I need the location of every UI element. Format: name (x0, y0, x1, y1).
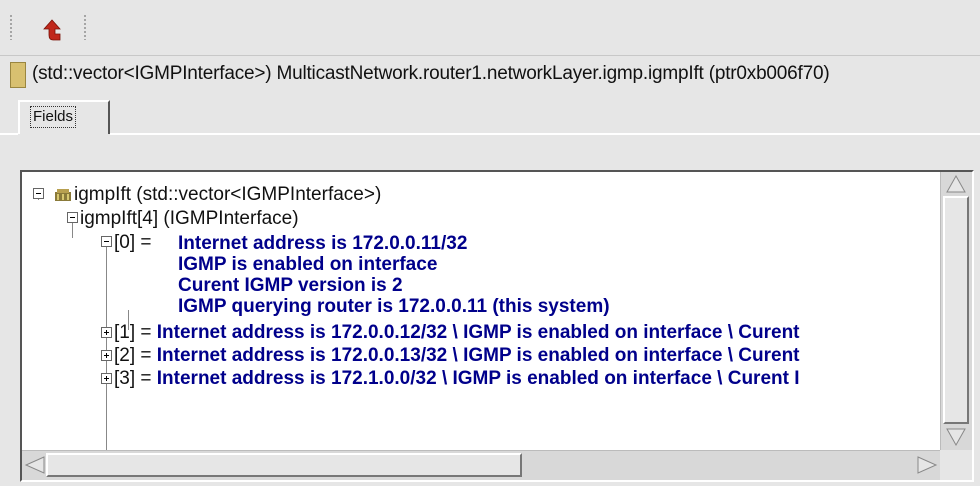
toolbar-grip[interactable] (84, 14, 86, 40)
fields-panel: igmpIft (std::vector<IGMPInterface>) igm… (20, 170, 974, 482)
expand-toggle-icon[interactable] (101, 327, 112, 338)
item-index: [1] = (114, 322, 157, 343)
item-value: Internet address is 172.0.0.11/32 IGMP i… (178, 233, 610, 317)
vertical-scroll-thumb[interactable] (943, 196, 969, 424)
up-arrow-icon[interactable] (38, 18, 66, 42)
tab-label: Fields (30, 106, 77, 128)
item-value: Internet address is 172.1.0.0/32 \ IGMP … (156, 368, 800, 389)
item-index: [2] = (114, 345, 157, 366)
tree-node-item[interactable]: [1] = Internet address is 172.0.0.12/32 … (114, 322, 800, 344)
toolbar-separator (0, 55, 980, 56)
tree-node-root[interactable]: igmpIft (std::vector<IGMPInterface>) (74, 184, 381, 206)
scroll-corner (940, 450, 972, 480)
vertical-scrollbar[interactable] (940, 172, 972, 450)
object-icon (55, 189, 71, 201)
tab-fields[interactable]: Fields (18, 100, 110, 134)
collapse-toggle-icon[interactable] (67, 212, 78, 223)
tab-border (110, 133, 980, 135)
value-line: Curent IGMP version is 2 (178, 275, 403, 296)
tree-node-array[interactable]: igmpIft[4] (IGMPInterface) (80, 208, 299, 230)
item-value: Internet address is 172.0.0.13/32 \ IGMP… (156, 345, 800, 366)
value-line: IGMP is enabled on interface (178, 254, 438, 275)
item-index: [0] = (114, 232, 152, 253)
field-tree[interactable]: igmpIft (std::vector<IGMPInterface>) igm… (22, 172, 940, 450)
toolbar-grip[interactable] (10, 14, 12, 40)
tab-border (0, 133, 18, 135)
collapse-toggle-icon[interactable] (33, 188, 44, 199)
tree-node-item[interactable]: [0] = (114, 232, 152, 254)
horizontal-scroll-thumb[interactable] (46, 453, 522, 477)
scroll-right-arrow-icon[interactable] (916, 455, 938, 475)
tree-node-item[interactable]: [2] = Internet address is 172.0.0.13/32 … (114, 345, 800, 367)
object-type-icon (10, 62, 26, 88)
item-index: [3] = (114, 368, 157, 389)
expand-toggle-icon[interactable] (101, 350, 112, 361)
toolbar (0, 0, 980, 56)
scroll-up-arrow-icon[interactable] (945, 174, 967, 194)
value-line: IGMP querying router is 172.0.0.11 (this… (178, 296, 610, 317)
object-path: (std::vector<IGMPInterface>) MulticastNe… (32, 63, 830, 84)
scroll-left-arrow-icon[interactable] (24, 455, 46, 475)
value-line: Internet address is 172.0.0.11/32 (178, 233, 468, 254)
horizontal-scrollbar[interactable] (22, 450, 940, 480)
tree-node-item[interactable]: [3] = Internet address is 172.1.0.0/32 \… (114, 368, 800, 390)
tree-line (106, 240, 107, 450)
item-value: Internet address is 172.0.0.12/32 \ IGMP… (156, 322, 800, 343)
collapse-toggle-icon[interactable] (101, 236, 112, 247)
expand-toggle-icon[interactable] (101, 373, 112, 384)
scroll-down-arrow-icon[interactable] (945, 427, 967, 447)
